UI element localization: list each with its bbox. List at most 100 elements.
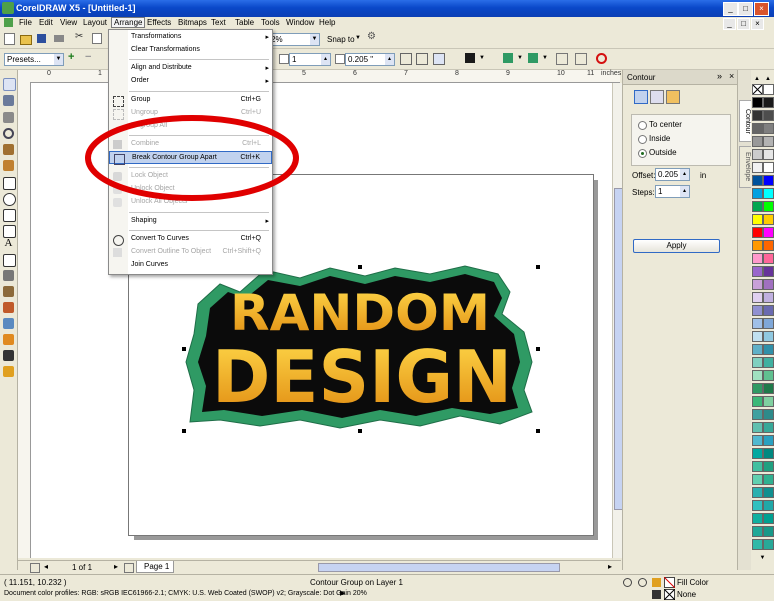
color-swatch[interactable] [752, 318, 763, 329]
color-swatch[interactable] [763, 539, 774, 550]
vertical-scrollbar[interactable] [612, 83, 623, 558]
remove-preset-icon[interactable]: − [85, 51, 97, 63]
palette-scroll-up-icon[interactable]: ▲ [752, 76, 762, 82]
zoom-tool-icon[interactable] [3, 128, 14, 139]
offset-input[interactable]: 0.205 " ▴ [345, 53, 395, 66]
selection-handle[interactable] [536, 347, 540, 351]
clear-contour-icon[interactable] [575, 53, 587, 65]
color-swatch[interactable] [752, 461, 763, 472]
color-swatch[interactable] [752, 292, 763, 303]
table-tool-icon[interactable] [3, 254, 16, 267]
color-swatch[interactable] [752, 227, 763, 238]
docker-offset-input[interactable]: 0.205 ▴ [655, 168, 690, 181]
color-swatch[interactable] [763, 253, 774, 264]
color-swatch[interactable] [752, 513, 763, 524]
acceleration-tab-icon[interactable] [666, 90, 680, 104]
doc-close-button[interactable]: × [751, 18, 764, 30]
outline-none-swatch[interactable] [664, 589, 675, 600]
menu-edit[interactable]: Edit [37, 18, 55, 27]
color-swatch[interactable] [763, 461, 774, 472]
color-swatch[interactable] [763, 214, 774, 225]
menu-item-clear-transformations[interactable]: Clear Transformations [109, 44, 272, 57]
random-design-artwork[interactable]: RANDOM DESIGN [180, 262, 544, 434]
steps-tab-icon[interactable] [634, 90, 648, 104]
menu-text[interactable]: Text [209, 18, 228, 27]
selection-handle[interactable] [536, 265, 540, 269]
polygon-tool-icon[interactable] [3, 209, 16, 222]
menu-item-transformations[interactable]: Transformations ▸ [109, 31, 272, 44]
menu-item-group[interactable]: Group Ctrl+G [109, 94, 272, 107]
color-swatch[interactable] [763, 123, 774, 134]
color-swatch[interactable] [763, 448, 774, 459]
color-swatch[interactable] [763, 474, 774, 485]
page-tab[interactable]: Page 1 [136, 561, 174, 573]
horizontal-scroll-thumb[interactable] [318, 563, 560, 572]
contour-corners-icon[interactable] [400, 53, 412, 65]
color-swatch[interactable] [752, 97, 763, 108]
triangle-right-icon[interactable]: ▶ [340, 589, 345, 597]
color-swatch[interactable] [763, 344, 774, 355]
menu-view[interactable]: View [58, 18, 79, 27]
freehand-tool-icon[interactable] [3, 144, 14, 155]
color-swatch[interactable] [752, 357, 763, 368]
color-swatch[interactable] [752, 214, 763, 225]
color-swatch[interactable] [763, 188, 774, 199]
color-swatch[interactable] [752, 396, 763, 407]
color-swatch[interactable] [752, 162, 763, 173]
add-preset-icon[interactable]: + [68, 51, 80, 63]
color-swatch[interactable] [752, 253, 763, 264]
color-swatch[interactable] [752, 110, 763, 121]
color-swatch[interactable] [752, 240, 763, 251]
dimension-tool-icon[interactable] [3, 270, 14, 281]
color-swatch[interactable] [752, 331, 763, 342]
outline-color-swatch[interactable] [465, 53, 475, 63]
cut-icon[interactable]: ✂ [75, 31, 87, 43]
pick-tool-icon[interactable] [3, 78, 16, 91]
menu-item-join-curves[interactable]: Join Curves [109, 259, 272, 272]
rectangle-tool-icon[interactable] [3, 177, 16, 190]
color-swatch[interactable] [752, 435, 763, 446]
menu-item-shaping[interactable]: Shaping ▸ [109, 215, 272, 228]
scroll-right-icon[interactable]: ▸ [608, 562, 612, 571]
snap-to-button[interactable]: Snap to [327, 35, 355, 44]
color-swatch[interactable] [763, 357, 774, 368]
color-swatch[interactable] [763, 435, 774, 446]
maximize-button[interactable]: □ [738, 2, 753, 16]
crop-tool-icon[interactable] [3, 112, 14, 123]
steps-input[interactable]: 1 ▴ [289, 53, 331, 66]
color-swatch[interactable] [763, 279, 774, 290]
menu-layout[interactable]: Layout [81, 18, 109, 27]
print-icon[interactable] [54, 35, 64, 42]
color-swatch[interactable] [763, 513, 774, 524]
color-swatch[interactable] [752, 136, 763, 147]
shape-tool-icon[interactable] [3, 95, 14, 106]
outline-tool-icon[interactable] [3, 350, 14, 361]
color-swatch[interactable] [752, 201, 763, 212]
prev-page-icon[interactable]: ◂ [44, 562, 48, 571]
menu-bitmaps[interactable]: Bitmaps [176, 18, 209, 27]
color-swatch[interactable] [752, 344, 763, 355]
color-swatch[interactable] [763, 227, 774, 238]
color-swatch[interactable] [763, 396, 774, 407]
menu-item-convert-to-curves[interactable]: Convert To Curves Ctrl+Q [109, 233, 272, 246]
color-swatch[interactable] [763, 162, 774, 173]
close-icon[interactable]: × [729, 71, 734, 81]
color-swatch[interactable] [763, 331, 774, 342]
color-swatch[interactable] [752, 474, 763, 485]
menu-effects[interactable]: Effects [145, 18, 173, 27]
first-page-icon[interactable] [30, 563, 40, 573]
text-tool-icon[interactable]: A [3, 238, 14, 249]
color-swatch[interactable] [763, 409, 774, 420]
eyedropper-tool-icon[interactable] [3, 334, 14, 345]
color-swatch[interactable] [752, 409, 763, 420]
new-document-icon[interactable] [4, 33, 15, 45]
color-swatch[interactable] [763, 292, 774, 303]
color-swatch[interactable] [752, 305, 763, 316]
color-swatch[interactable] [763, 318, 774, 329]
presets-combo[interactable]: Presets... ▼ [4, 53, 64, 66]
color-swatch[interactable] [763, 266, 774, 277]
zoom-combo[interactable]: 2% ▼ [268, 33, 320, 46]
palette-scroll-down-icon[interactable]: ▲ [763, 76, 773, 82]
color-swatch[interactable] [763, 370, 774, 381]
apply-button[interactable]: Apply [633, 239, 720, 253]
